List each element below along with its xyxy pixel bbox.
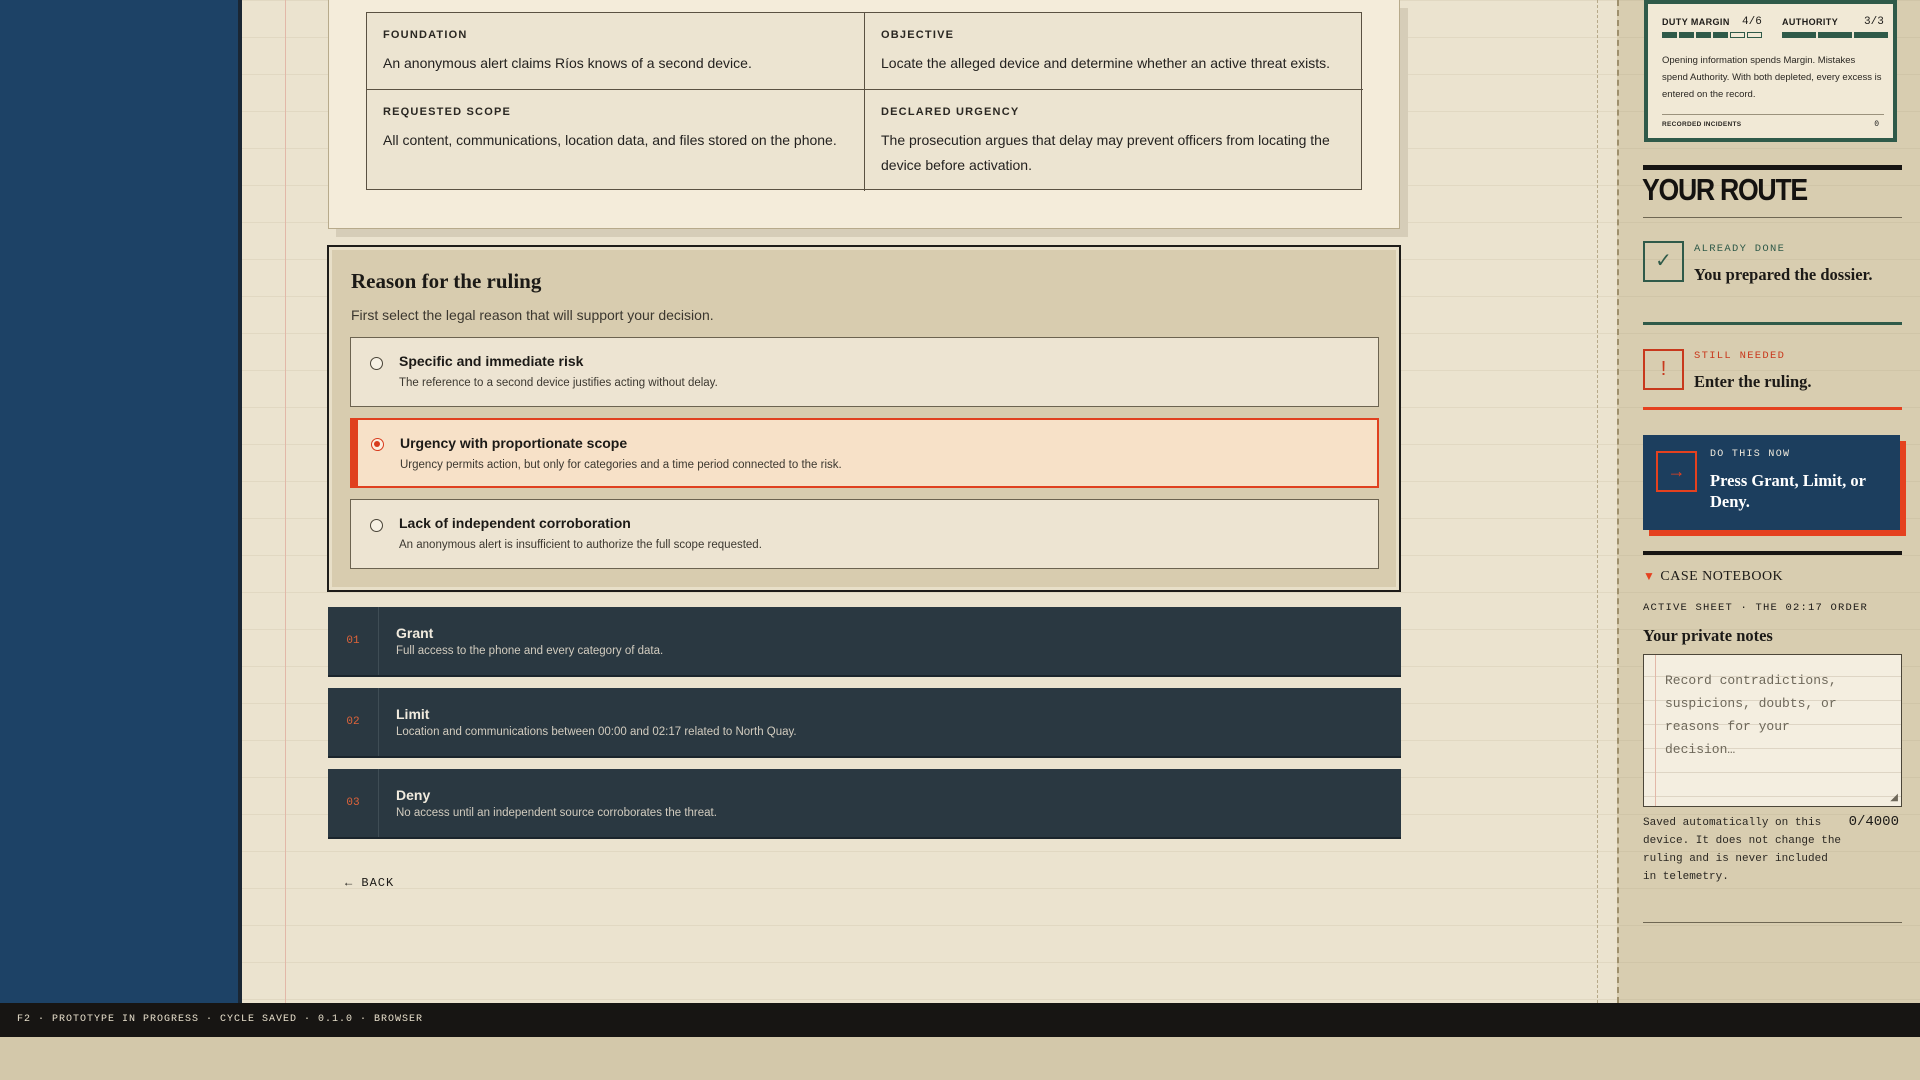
decision-title: Deny (396, 787, 431, 803)
notes-title: Your private notes (1643, 626, 1773, 645)
right-sidebar: DUTY MARGIN 4/6 AUTHORITY 3/3 Opening in… (1617, 0, 1920, 1003)
autosave-note: Saved automatically on this device. It d… (1643, 817, 1842, 883)
reason-option-immediate-risk[interactable]: Specific and immediate risk The referenc… (350, 337, 1379, 407)
radio-button-selected[interactable] (371, 438, 384, 451)
limit-button[interactable]: 02 Limit Location and communications bet… (328, 688, 1401, 758)
case-notebook-toggle[interactable]: ▼ CASE NOTEBOOK (1643, 569, 1783, 585)
objective-text: Locate the alleged device and determine … (881, 55, 1331, 71)
decision-number: 01 (328, 607, 379, 675)
meter-pip-filled (1818, 32, 1852, 38)
authority-label: AUTHORITY (1782, 17, 1839, 27)
requested-scope-text: All content, communications, location da… (383, 132, 837, 148)
duty-margin-label: DUTY MARGIN (1662, 17, 1730, 27)
page-margin-line (285, 0, 286, 1003)
case-grid: FOUNDATION An anonymous alert claims Río… (366, 12, 1363, 191)
objective-cell: OBJECTIVE Locate the alleged device and … (865, 13, 1363, 90)
divider (1643, 551, 1902, 555)
objective-heading: OBJECTIVE (881, 29, 955, 41)
now-text: Press Grant, Limit, or Deny. (1710, 471, 1866, 511)
decision-title: Grant (396, 625, 434, 641)
declared-urgency-text: The prosecution argues that delay may pr… (881, 132, 1330, 173)
private-notes-textarea[interactable]: Record contradictions, suspicions, doubt… (1643, 654, 1902, 807)
authority-meter (1782, 32, 1888, 38)
requested-scope-heading: REQUESTED SCOPE (383, 106, 512, 118)
do-this-now-card: → DO THIS NOW Press Grant, Limit, or Den… (1643, 435, 1900, 530)
reason-option-no-corroboration[interactable]: Lack of independent corroboration An ano… (350, 499, 1379, 569)
deny-button[interactable]: 03 Deny No access until an independent s… (328, 769, 1401, 839)
reason-option-proportionate-scope[interactable]: Urgency with proportionate scope Urgency… (350, 418, 1379, 488)
option-description: The reference to a second device justifi… (399, 377, 718, 389)
divider (1643, 165, 1902, 170)
back-link[interactable]: ← BACK (345, 876, 394, 890)
duty-margin-value: 4/6 (1742, 16, 1762, 28)
foundation-text: An anonymous alert claims Ríos knows of … (383, 55, 752, 71)
left-sidebar (0, 0, 238, 1003)
divider (1643, 217, 1902, 218)
now-kicker: DO THIS NOW (1710, 449, 1791, 460)
foundation-cell: FOUNDATION An anonymous alert claims Río… (367, 13, 865, 90)
meter-pip-filled (1854, 32, 1888, 38)
option-description: Urgency permits action, but only for cat… (400, 459, 842, 471)
check-icon: ✓ (1643, 241, 1684, 282)
requested-scope-cell: REQUESTED SCOPE All content, communicati… (367, 90, 865, 191)
decision-description: No access until an independent source co… (396, 807, 717, 819)
authority-value: 3/3 (1864, 16, 1884, 28)
meter-pip-filled (1662, 32, 1677, 38)
needed-text: Enter the ruling. (1694, 372, 1812, 391)
metrics-card: DUTY MARGIN 4/6 AUTHORITY 3/3 Opening in… (1644, 0, 1897, 142)
meter-pip-empty (1730, 32, 1745, 38)
arrow-right-icon: → (1656, 451, 1697, 492)
route-title: YOUR ROUTE (1642, 172, 1808, 207)
active-sheet-label: ACTIVE SHEET · THE 02:17 ORDER (1643, 602, 1869, 614)
decision-description: Full access to the phone and every categ… (396, 645, 664, 657)
done-kicker: ALREADY DONE (1694, 243, 1786, 255)
case-summary-card: FOUNDATION An anonymous alert claims Río… (328, 0, 1400, 229)
option-title: Urgency with proportionate scope (400, 435, 628, 451)
meter-pip-filled (1696, 32, 1711, 38)
divider (1643, 922, 1902, 923)
page-divider (1597, 0, 1598, 1003)
duty-margin-meter (1662, 32, 1762, 38)
radio-button[interactable] (370, 357, 383, 370)
bottom-strip (0, 1037, 1920, 1080)
decision-number: 02 (328, 688, 379, 756)
meter-pip-filled (1782, 32, 1816, 38)
case-notebook-label: CASE NOTEBOOK (1660, 569, 1784, 584)
meter-pip-empty (1747, 32, 1762, 38)
character-count: 0/4000 (1848, 814, 1899, 830)
divider (1643, 322, 1902, 325)
recorded-incidents-label: RECORDED INCIDENTS (1662, 121, 1742, 128)
recorded-incidents-count: 0 (1874, 120, 1879, 129)
declared-urgency-heading: DECLARED URGENCY (881, 106, 1020, 118)
divider (1662, 114, 1884, 115)
triangle-down-icon: ▼ (1643, 569, 1656, 583)
foundation-heading: FOUNDATION (383, 29, 468, 41)
option-title: Specific and immediate risk (399, 353, 584, 369)
meter-pip-filled (1679, 32, 1694, 38)
meter-pip-filled (1713, 32, 1728, 38)
decision-description: Location and communications between 00:0… (396, 726, 797, 738)
reason-panel: Reason for the ruling First select the l… (327, 245, 1401, 592)
needed-kicker: STILL NEEDED (1694, 350, 1786, 362)
option-title: Lack of independent corroboration (399, 515, 631, 531)
exclamation-icon: ! (1643, 349, 1684, 390)
radio-button[interactable] (370, 519, 383, 532)
option-description: An anonymous alert is insufficient to au… (399, 539, 762, 551)
done-text: You prepared the dossier. (1694, 265, 1873, 284)
metrics-description: Opening information spends Margin. Mista… (1662, 55, 1882, 100)
reason-subtitle: First select the legal reason that will … (351, 307, 714, 323)
reason-title: Reason for the ruling (351, 269, 542, 293)
decision-title: Limit (396, 706, 430, 722)
notes-placeholder: Record contradictions, suspicions, doubt… (1665, 673, 1837, 757)
status-footer: F2 · PROTOTYPE IN PROGRESS · CYCLE SAVED… (0, 1003, 1920, 1037)
divider (1643, 407, 1902, 410)
decision-number: 03 (328, 769, 379, 837)
grant-button[interactable]: 01 Grant Full access to the phone and ev… (328, 607, 1401, 677)
declared-urgency-cell: DECLARED URGENCY The prosecution argues … (865, 90, 1363, 191)
resize-handle-icon[interactable]: ◢ (1890, 792, 1898, 803)
